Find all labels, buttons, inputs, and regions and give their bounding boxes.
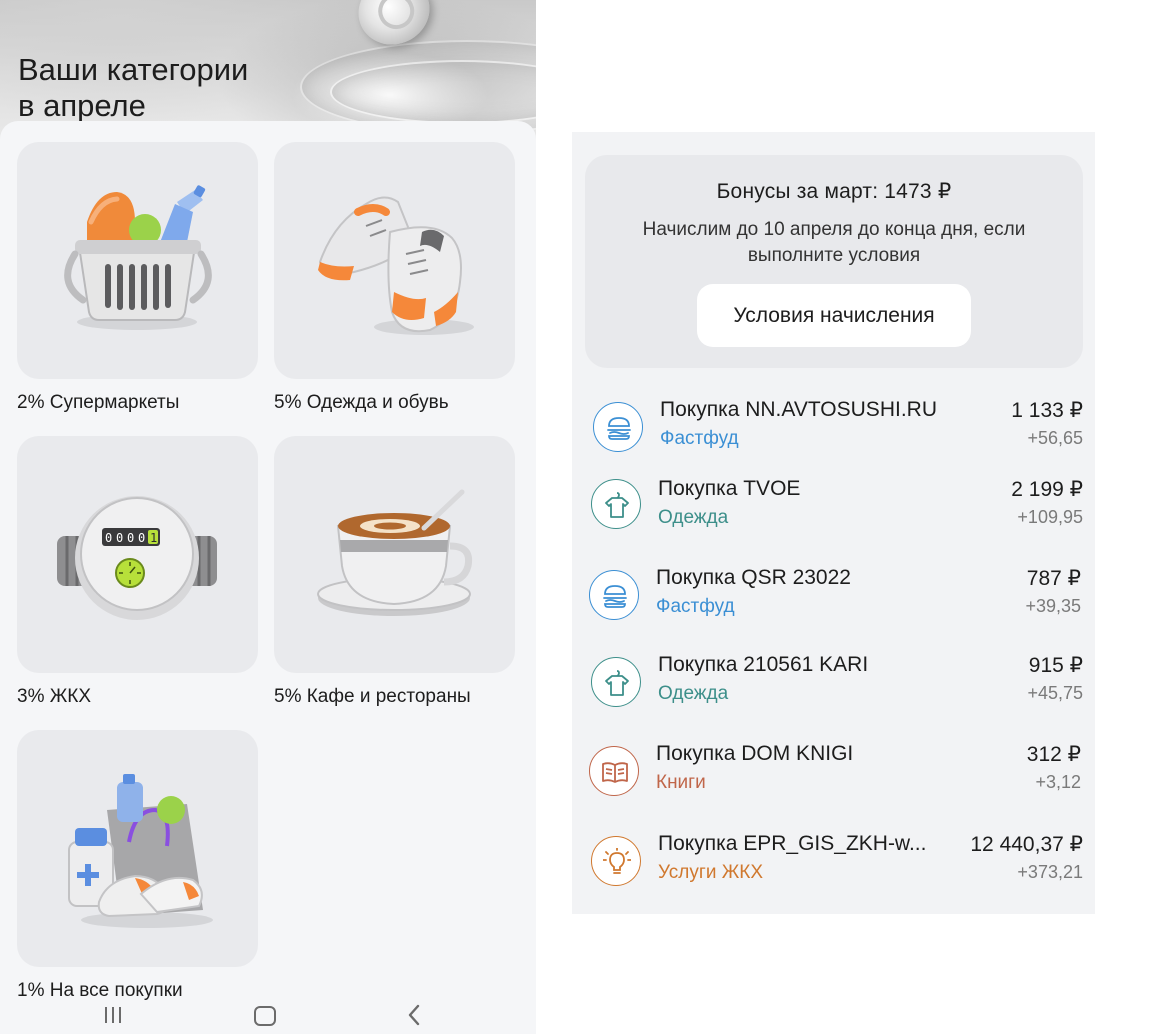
meter-digit: 0 [127, 531, 134, 545]
category-label: 2% Супермаркеты [17, 392, 180, 413]
transaction-row[interactable]: Покупка 210561 KARI Одежда 915 ₽ +45,75 [572, 653, 1095, 725]
bonus-description: Начислим до 10 апреля до конца дня, если… [642, 219, 1026, 266]
recent-apps-icon[interactable] [99, 1002, 129, 1028]
transaction-row[interactable]: Покупка EPR_GIS_ZKH-w... Услуги ЖКХ 12 4… [572, 832, 1095, 904]
category-tile [17, 730, 258, 967]
coffee-cup-icon [317, 489, 473, 616]
shopping-bag-icon [68, 774, 213, 928]
title-line-1: Ваши категории [18, 52, 249, 87]
transaction-amount: 915 ₽ [1028, 654, 1083, 677]
book-icon [589, 746, 639, 796]
transaction-row[interactable]: Покупка NN.AVTOSUSHI.RU Фастфуд 1 133 ₽ … [572, 398, 1095, 470]
transaction-bonus: +3,12 [1035, 772, 1081, 792]
meter-digit: 0 [116, 531, 123, 545]
bonus-card: Бонусы за март: 1473 ₽ Начислим до 10 ап… [585, 155, 1083, 368]
category-tile [274, 142, 515, 379]
meter-digit: 0 [138, 531, 145, 545]
bonus-title: Бонусы за март: 1473 ₽ [716, 180, 952, 203]
transaction-bonus: +45,75 [1027, 683, 1083, 703]
grocery-basket-icon [64, 185, 212, 330]
meter-digit: 1 [150, 531, 157, 545]
transaction-category: Услуги ЖКХ [658, 862, 763, 883]
bonus-panel: Бонусы за март: 1473 ₽ Начислим до 10 ап… [572, 132, 1095, 914]
category-card-all-purchases[interactable]: 1% На все покупки [17, 730, 258, 1002]
tshirt-icon [591, 479, 641, 529]
transaction-name: Покупка 210561 KARI [658, 653, 869, 676]
category-card-clothes[interactable]: 5% Одежда и обувь [274, 142, 515, 414]
transaction-amount: 787 ₽ [1026, 567, 1081, 590]
tshirt-icon [591, 657, 641, 707]
category-tile [274, 436, 515, 673]
lightbulb-icon [591, 836, 641, 886]
category-label: 3% ЖКХ [17, 686, 92, 707]
back-icon[interactable] [400, 1002, 430, 1028]
transaction-amount: 12 440,37 ₽ [970, 833, 1083, 856]
transaction-bonus: +373,21 [1017, 862, 1083, 882]
transaction-amount: 2 199 ₽ [1011, 478, 1083, 501]
transaction-row[interactable]: Покупка DOM KNIGI Книги 312 ₽ +3,12 [572, 742, 1095, 814]
water-meter-icon: 0 0 0 0 1 [57, 496, 217, 620]
transaction-bonus: +109,95 [1017, 507, 1083, 527]
burger-icon [589, 570, 639, 620]
title-line-2: в апреле [18, 88, 146, 123]
page-title: Ваши категории в апреле [18, 52, 248, 124]
transaction-name: Покупка NN.AVTOSUSHI.RU [660, 398, 937, 421]
transaction-name: Покупка DOM KNIGI [656, 742, 854, 765]
category-label: 5% Кафе и рестораны [274, 686, 471, 707]
category-label: 5% Одежда и обувь [274, 392, 449, 413]
transaction-category: Фастфуд [656, 596, 735, 617]
category-tile [17, 142, 258, 379]
transaction-name: Покупка EPR_GIS_ZKH-w... [658, 832, 927, 855]
accrual-conditions-button[interactable]: Условия начисления [697, 284, 971, 347]
transaction-category: Одежда [658, 507, 729, 528]
transaction-row[interactable]: Покупка QSR 23022 Фастфуд 787 ₽ +39,35 [572, 566, 1095, 638]
meter-digit: 0 [105, 531, 112, 545]
home-icon[interactable] [250, 1002, 280, 1028]
transaction-amount: 312 ₽ [1026, 743, 1081, 766]
transaction-category: Одежда [658, 683, 729, 704]
burger-icon [593, 402, 643, 452]
transaction-row[interactable]: Покупка TVOE Одежда 2 199 ₽ +109,95 [572, 477, 1095, 549]
categories-panel: Ваши категории в апреле 2% Супермаркеты … [0, 0, 536, 1034]
transaction-category: Фастфуд [660, 428, 739, 449]
transaction-name: Покупка TVOE [658, 477, 801, 500]
transaction-category: Книги [656, 772, 706, 793]
system-nav-bar [0, 996, 536, 1034]
category-card-utilities[interactable]: 0 0 0 0 1 3% ЖКХ [17, 436, 258, 708]
sneakers-icon [318, 196, 474, 335]
category-card-cafes[interactable]: 5% Кафе и рестораны [274, 436, 515, 708]
transaction-name: Покупка QSR 23022 [656, 566, 851, 589]
transaction-bonus: +56,65 [1027, 428, 1083, 448]
category-tile: 0 0 0 0 1 [17, 436, 258, 673]
category-card-supermarkets[interactable]: 2% Супермаркеты [17, 142, 258, 414]
transaction-amount: 1 133 ₽ [1011, 399, 1083, 422]
transaction-bonus: +39,35 [1025, 596, 1081, 616]
